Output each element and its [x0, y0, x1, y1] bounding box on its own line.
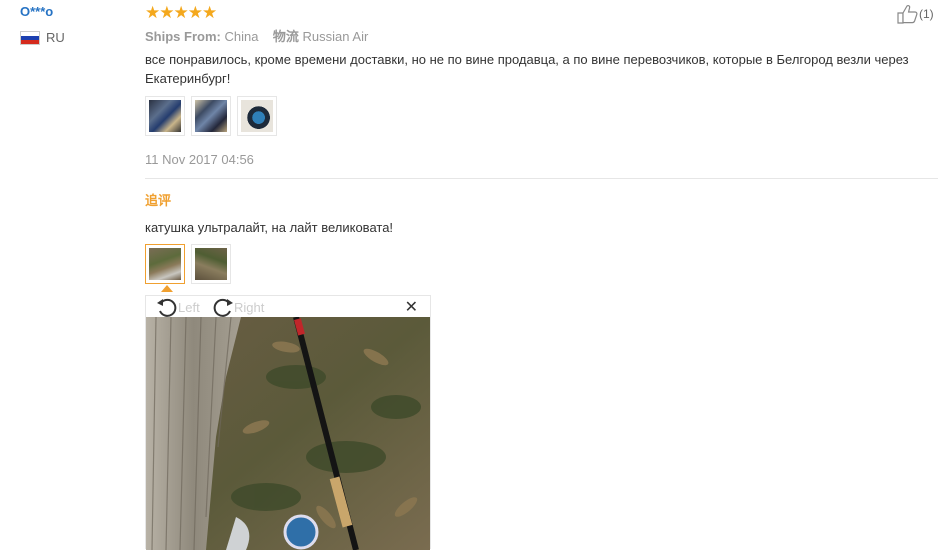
close-icon[interactable]: ✕ — [405, 297, 418, 317]
shipping-method-label: 物流 — [272, 29, 299, 44]
rotate-right-label: Right — [234, 299, 265, 315]
fishing-rod-on-ground-photo — [146, 317, 430, 550]
followup-text: катушка ультралайт, на лайт великовата! — [145, 220, 394, 235]
fishing-reel-photo — [149, 100, 181, 132]
country-code: RU — [46, 30, 65, 45]
helpful-button[interactable]: (1) — [897, 4, 934, 24]
rotate-right-button[interactable]: Right — [212, 297, 264, 317]
ships-from-label: Ships From: — [145, 29, 221, 44]
russia-flag-icon — [20, 30, 40, 45]
rotate-left-icon — [157, 298, 177, 317]
selected-photo-indicator — [161, 285, 173, 292]
ships-from-value: China — [224, 29, 259, 44]
fishing-rod-photo — [195, 248, 227, 280]
star-rating: ★★★★★ — [145, 3, 217, 22]
rotate-left-label: Left — [178, 299, 200, 315]
rotate-left-button[interactable]: Left — [156, 297, 200, 317]
reviewer-name[interactable]: O***o — [20, 4, 65, 19]
review-photo-thumbnail[interactable] — [237, 96, 277, 136]
photo-viewer-toolbar: Left Right ✕ — [146, 296, 430, 317]
review-photos — [145, 96, 277, 136]
enlarged-photo — [146, 317, 430, 550]
followup-photo-thumbnail[interactable] — [191, 244, 231, 284]
shipping-info: Ships From: China 物流 Russian Air — [145, 26, 368, 45]
shipping-method-value: Russian Air — [302, 29, 369, 44]
fishing-rod-photo — [149, 248, 181, 280]
review-text: все понравилось, кроме времени доставки,… — [145, 52, 909, 86]
rotate-right-icon — [213, 298, 233, 317]
fishing-reel-photo — [241, 100, 273, 132]
followup-photo-thumbnail-selected[interactable] — [145, 244, 185, 284]
review-date: 11 Nov 2017 04:56 — [145, 152, 254, 167]
followup-label: 追评 — [145, 193, 172, 208]
reviewer-info: O***o RU — [20, 4, 65, 45]
reviewer-country: RU — [20, 30, 65, 45]
fishing-reel-photo — [195, 100, 227, 132]
photo-viewer: Left Right ✕ — [145, 295, 431, 550]
helpful-count: (1) — [919, 7, 934, 21]
review-photo-thumbnail[interactable] — [145, 96, 185, 136]
review-photo-thumbnail[interactable] — [191, 96, 231, 136]
divider — [145, 178, 938, 179]
thumbs-up-icon — [897, 5, 918, 24]
followup-photos — [145, 244, 231, 284]
